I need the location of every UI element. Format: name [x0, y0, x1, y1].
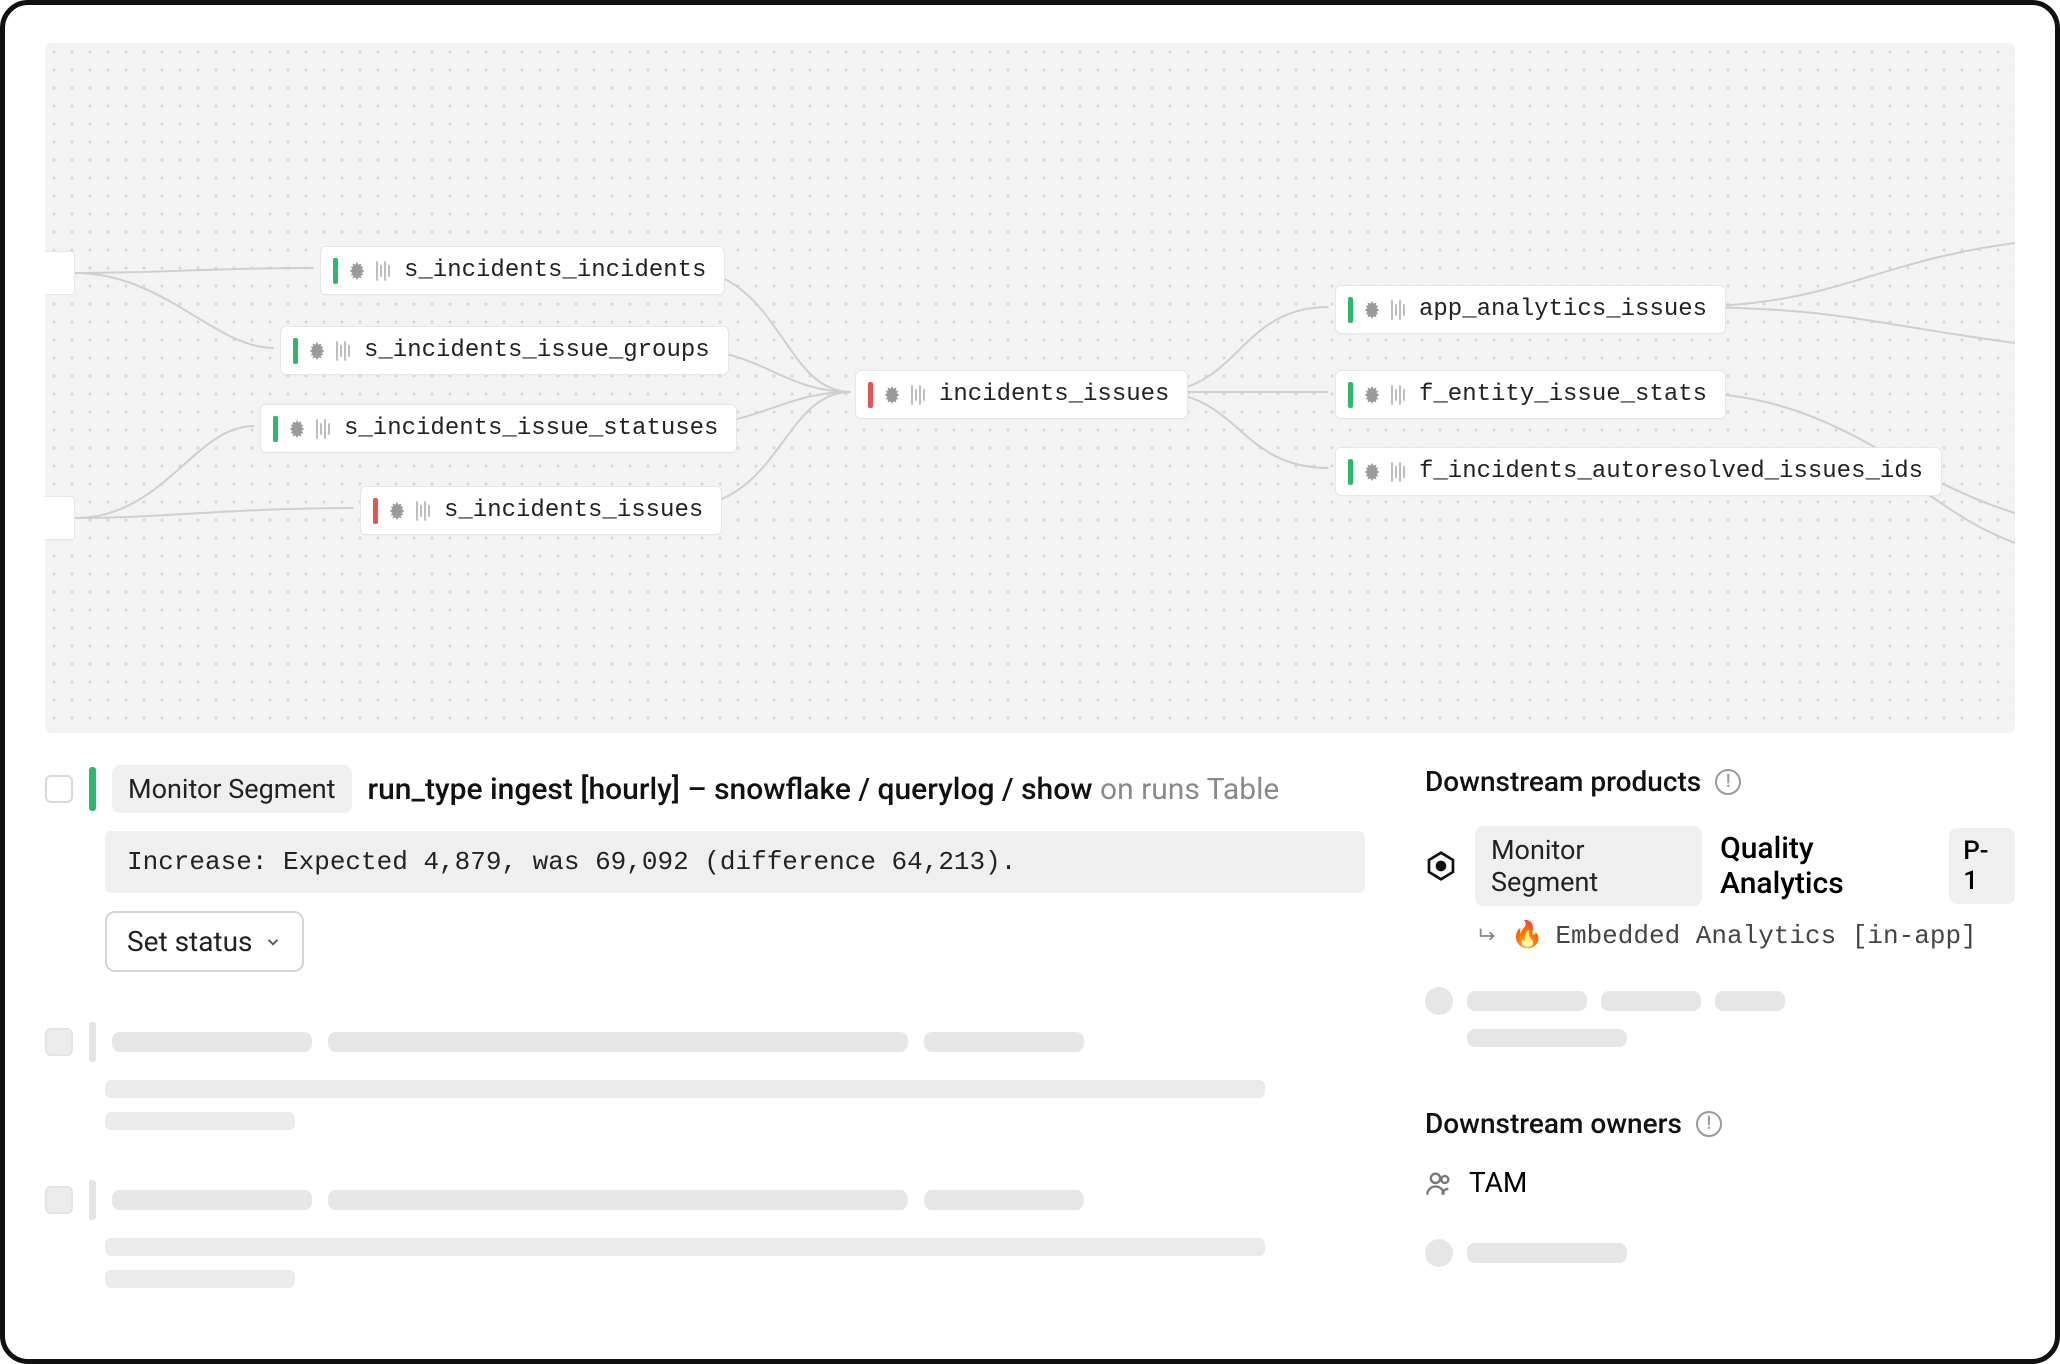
chevron-down-icon: [264, 933, 282, 951]
skeleton-row: [45, 1180, 1365, 1220]
node-label: app_analytics_issues: [1419, 296, 1707, 323]
lineage-node-stub: [45, 496, 75, 540]
status-indicator: [1348, 382, 1353, 408]
node-label: s_incidents_issue_statuses: [344, 415, 718, 442]
owner-item[interactable]: TAM: [1425, 1166, 2015, 1199]
downstream-owners-heading: Downstream owners !: [1425, 1107, 2015, 1140]
snowflake-icon: [386, 500, 408, 522]
fire-icon: 🔥: [1511, 920, 1543, 951]
lineage-node[interactable]: s_incidents_incidents: [320, 246, 725, 295]
downstream-product-item[interactable]: Monitor Segment Quality Analytics P-1: [1425, 826, 2015, 906]
status-indicator: [1348, 459, 1353, 485]
table-icon: [1391, 462, 1405, 482]
lineage-node-center[interactable]: incidents_issues: [855, 370, 1188, 419]
table-icon: [1391, 385, 1405, 405]
issue-row: Monitor Segment run_type ingest [hourly]…: [45, 765, 1365, 813]
lineage-canvas[interactable]: s_incidents_incidents s_incidents_issue_…: [45, 43, 2015, 733]
snowflake-icon: [1361, 384, 1383, 406]
priority-badge: P-1: [1949, 828, 2015, 904]
table-icon: [316, 419, 330, 439]
status-indicator: [89, 767, 96, 811]
status-indicator: [1348, 297, 1353, 323]
issue-title-main: run_type ingest [hourly] – snowflake / q…: [368, 772, 1093, 807]
lineage-node[interactable]: s_incidents_issue_groups: [280, 326, 729, 375]
lineage-node[interactable]: app_analytics_issues: [1335, 285, 1726, 334]
snowflake-icon: [306, 340, 328, 362]
skeleton-row: [1425, 987, 2015, 1015]
lineage-node[interactable]: s_incidents_issues: [360, 486, 722, 535]
table-icon: [911, 385, 925, 405]
skeleton-row: [1425, 1239, 2015, 1267]
node-label: s_incidents_issues: [444, 497, 703, 524]
owner-name: TAM: [1469, 1166, 1527, 1199]
snowflake-icon: [286, 418, 308, 440]
status-indicator: [373, 498, 378, 524]
node-label: f_entity_issue_stats: [1419, 381, 1707, 408]
hexagon-icon: [1425, 849, 1457, 883]
snowflake-icon: [346, 260, 368, 282]
monitor-segment-tag: Monitor Segment: [1475, 826, 1702, 906]
issue-title[interactable]: run_type ingest [hourly] – snowflake / q…: [368, 772, 1280, 807]
lineage-node-stub: [45, 251, 75, 295]
skeleton-row: [45, 1022, 1365, 1062]
info-icon[interactable]: !: [1715, 769, 1741, 795]
snowflake-icon: [1361, 461, 1383, 483]
product-subitem: 🔥 Embedded Analytics [in-app]: [1477, 920, 2015, 951]
monitor-segment-tag: Monitor Segment: [112, 765, 352, 813]
product-name: Quality Analytics: [1720, 831, 1931, 901]
table-icon: [416, 501, 430, 521]
product-sub-label: Embedded Analytics [in-app]: [1555, 921, 1976, 951]
info-icon[interactable]: !: [1696, 1111, 1722, 1137]
issue-title-suffix: on runs Table: [1100, 772, 1279, 807]
set-status-button[interactable]: Set status: [105, 911, 304, 972]
issue-message: Increase: Expected 4,879, was 69,092 (di…: [105, 831, 1365, 893]
lineage-node[interactable]: s_incidents_issue_statuses: [260, 404, 737, 453]
snowflake-icon: [1361, 299, 1383, 321]
skeleton-line: [1467, 1029, 1627, 1047]
people-icon: [1425, 1169, 1453, 1197]
snowflake-icon: [881, 384, 903, 406]
downstream-products-heading: Downstream products !: [1425, 765, 2015, 798]
lineage-node[interactable]: f_incidents_autoresolved_issues_ids: [1335, 447, 1942, 496]
node-label: f_incidents_autoresolved_issues_ids: [1419, 458, 1923, 485]
table-icon: [1391, 300, 1405, 320]
node-label: incidents_issues: [939, 381, 1169, 408]
status-indicator: [273, 416, 278, 442]
table-icon: [376, 261, 390, 281]
set-status-label: Set status: [127, 925, 252, 958]
node-label: s_incidents_incidents: [404, 257, 706, 284]
table-icon: [336, 341, 350, 361]
issue-checkbox[interactable]: [45, 775, 73, 803]
sub-arrow-icon: [1477, 925, 1499, 947]
status-indicator: [293, 338, 298, 364]
status-indicator: [868, 382, 873, 408]
lineage-node[interactable]: f_entity_issue_stats: [1335, 370, 1726, 419]
status-indicator: [333, 258, 338, 284]
node-label: s_incidents_issue_groups: [364, 337, 710, 364]
